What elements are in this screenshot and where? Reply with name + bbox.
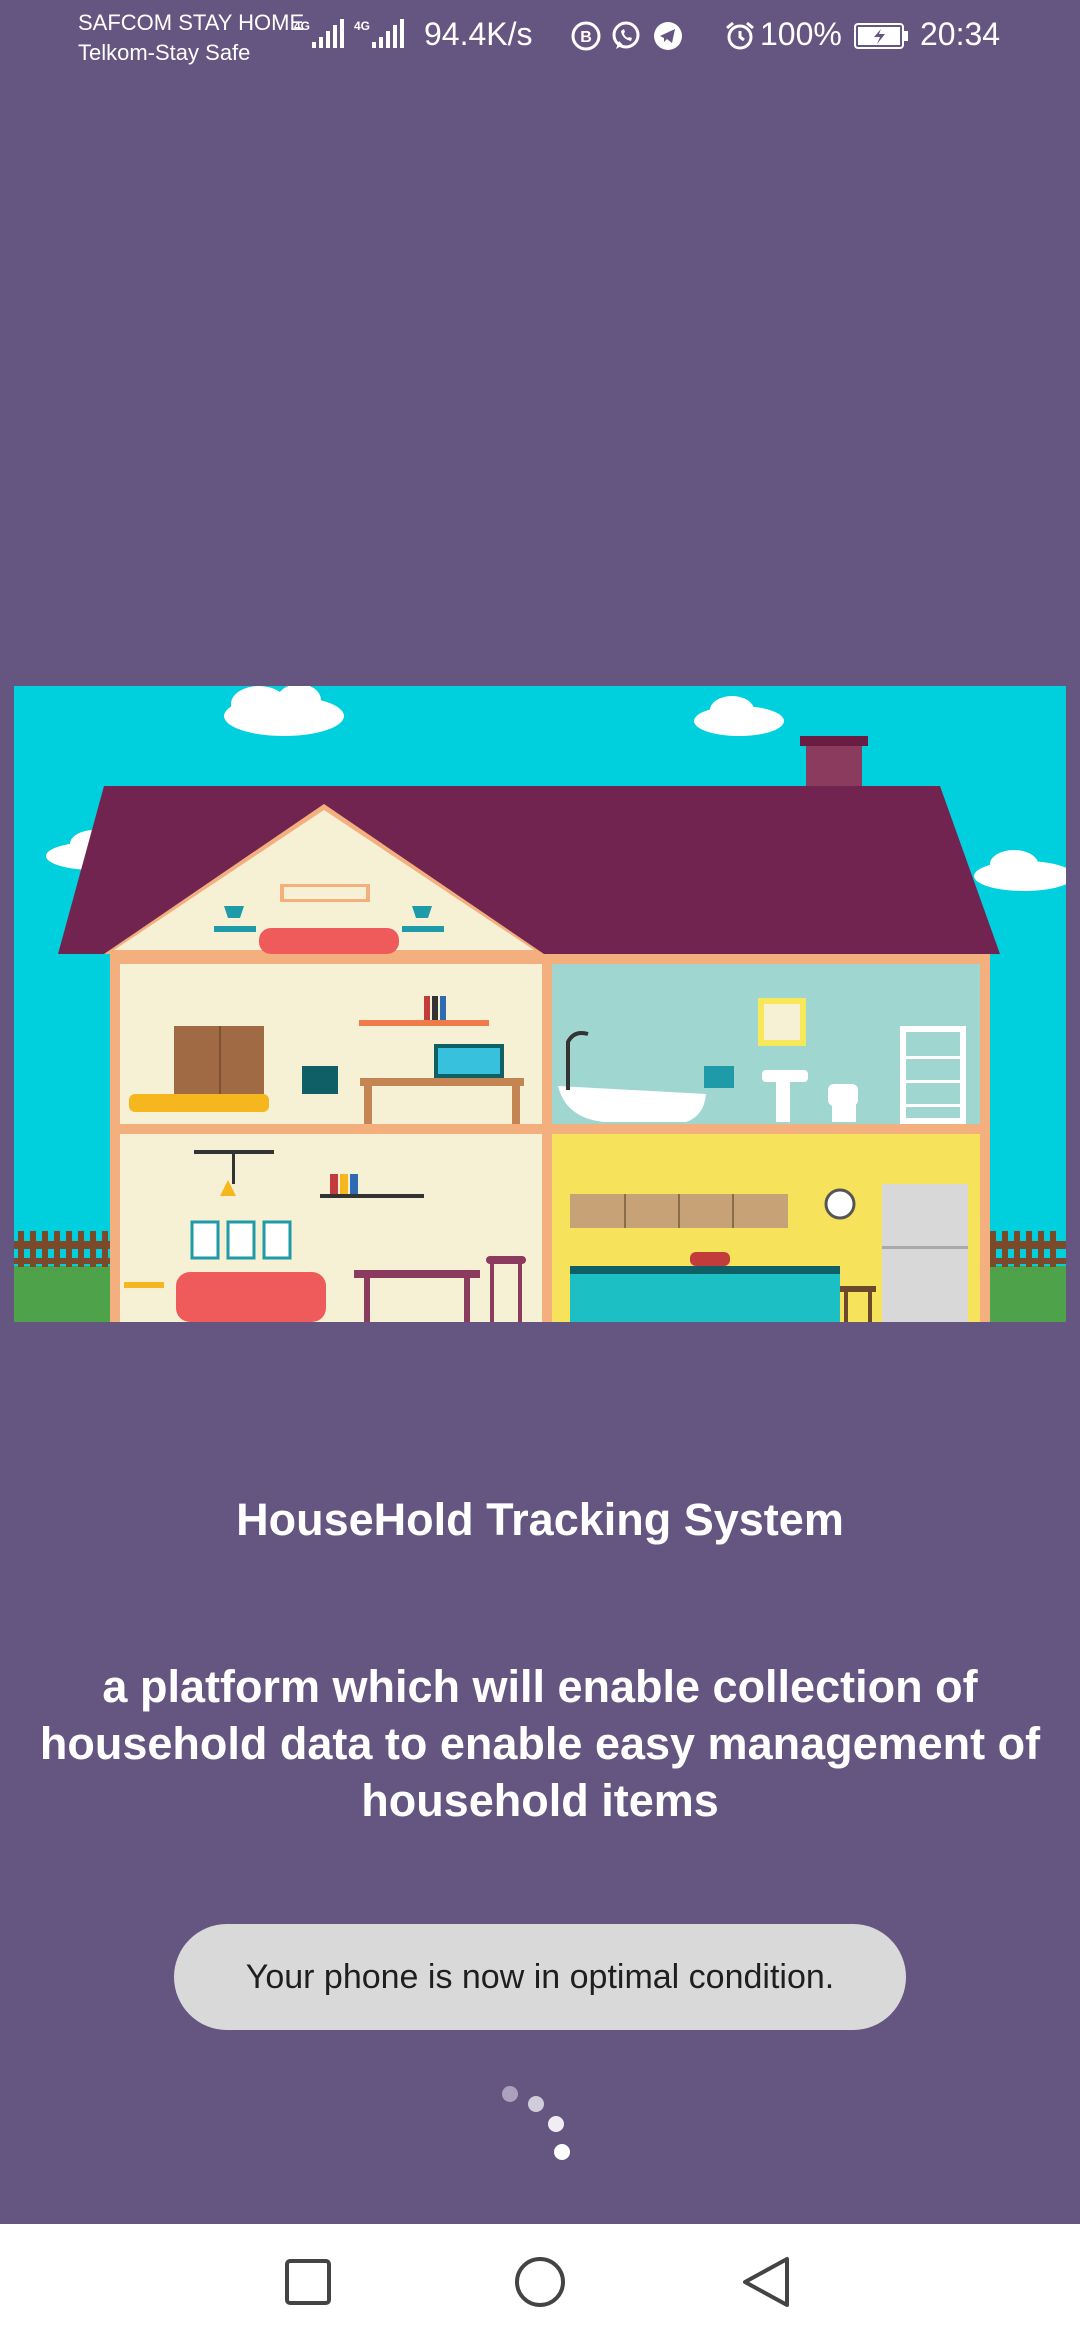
signal-icon: 4G — [294, 19, 344, 48]
navigation-bar — [0, 2224, 1080, 2340]
recent-apps-button[interactable] — [272, 2246, 344, 2318]
carrier-1-label: SAFCOM STAY HOME — [78, 10, 305, 35]
alarm-icon — [726, 21, 754, 50]
recent-apps-icon — [285, 2259, 331, 2305]
battery-percent-label: 100% — [760, 16, 842, 52]
network-2-label: 4G — [354, 19, 370, 33]
house-cutaway-illustration — [14, 686, 1066, 1322]
home-button[interactable] — [504, 2246, 576, 2318]
loading-spinner-icon — [502, 2086, 570, 2160]
telegram-icon — [654, 22, 682, 50]
app-title: HouseHold Tracking System — [236, 1494, 844, 1545]
app-description: a platform which will enable collection … — [39, 1661, 1041, 1826]
back-button[interactable] — [730, 2246, 802, 2318]
network-1-label: 4G — [294, 19, 310, 33]
whatsapp-icon — [612, 21, 640, 49]
carrier-2-label: Telkom-Stay Safe — [78, 40, 251, 65]
toast-message: Your phone is now in optimal condition. — [245, 1957, 835, 1996]
back-icon — [743, 2257, 789, 2307]
house-illustration — [14, 686, 1066, 1322]
signal-icon: 4G — [354, 19, 404, 48]
clock-label: 20:34 — [920, 16, 1001, 52]
net-speed-label: 94.4K/s — [424, 16, 533, 52]
b-app-icon: B — [571, 21, 601, 51]
home-icon — [515, 2257, 565, 2307]
status-bar: SAFCOM STAY HOME Telkom-Stay Safe 4G 4G … — [0, 0, 1080, 70]
toast-notification: Your phone is now in optimal condition. — [174, 1924, 906, 2030]
svg-text:B: B — [580, 29, 592, 46]
battery-icon — [854, 23, 908, 49]
carrier-info: SAFCOM STAY HOME Telkom-Stay Safe — [78, 8, 304, 68]
